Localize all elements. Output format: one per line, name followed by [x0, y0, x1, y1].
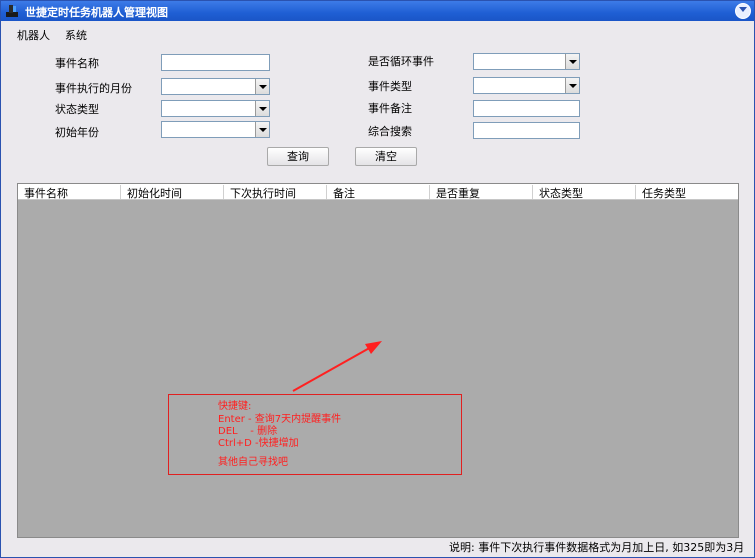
event-note-input[interactable] — [473, 100, 580, 117]
event-type-label: 事件类型 — [368, 80, 412, 93]
hint-line: Ctrl+D -快捷增加 — [218, 438, 299, 449]
search-label: 综合搜索 — [368, 125, 412, 138]
init-year-label: 初始年份 — [55, 126, 99, 139]
is-loop-select[interactable] — [473, 53, 580, 70]
shortcut-hint-box: 快捷键: Enter - 查询7天内提醒事件 DEL - 删除 Ctrl+D -… — [168, 394, 462, 475]
close-icon[interactable] — [735, 3, 751, 19]
footer-note: 说明: 事件下次执行事件数据格式为月加上日, 如325即为3月25号 — [449, 541, 745, 558]
exec-month-select[interactable] — [161, 78, 270, 95]
app-icon — [6, 5, 18, 17]
menu-robot[interactable]: 机器人 — [17, 27, 50, 43]
window-title: 世捷定时任务机器人管理视图 — [25, 6, 168, 19]
event-type-select[interactable] — [473, 77, 580, 94]
status-type-label: 状态类型 — [55, 103, 99, 116]
chevron-down-icon[interactable] — [255, 122, 269, 137]
search-input[interactable] — [473, 122, 580, 139]
event-name-input[interactable] — [161, 54, 270, 71]
clear-button[interactable]: 清空 — [355, 147, 417, 166]
chevron-down-icon[interactable] — [565, 54, 579, 69]
menu-system[interactable]: 系统 — [65, 27, 87, 43]
chevron-down-icon[interactable] — [255, 101, 269, 116]
arrow-annotation — [292, 341, 382, 392]
init-year-select[interactable] — [161, 121, 270, 138]
event-name-label: 事件名称 — [55, 57, 99, 70]
chevron-down-icon[interactable] — [255, 79, 269, 94]
events-grid[interactable]: 事件名称 初始化时间 下次执行时间 备注 是否重复 状态类型 任务类型 快捷键:… — [17, 183, 739, 538]
title-bar[interactable]: 世捷定时任务机器人管理视图 — [1, 1, 754, 21]
query-button[interactable]: 查询 — [267, 147, 329, 166]
hint-line: 其他自己寻找吧 — [218, 457, 288, 468]
chevron-down-icon[interactable] — [565, 78, 579, 93]
status-type-select[interactable] — [161, 100, 270, 117]
is-loop-label: 是否循环事件 — [368, 55, 434, 68]
main-window: 世捷定时任务机器人管理视图 机器人 系统 事件名称 事件执行的月份 状态类型 初… — [0, 0, 755, 558]
event-note-label: 事件备注 — [368, 102, 412, 115]
exec-month-label: 事件执行的月份 — [55, 82, 132, 95]
menu-bar: 机器人 系统 — [1, 23, 754, 43]
